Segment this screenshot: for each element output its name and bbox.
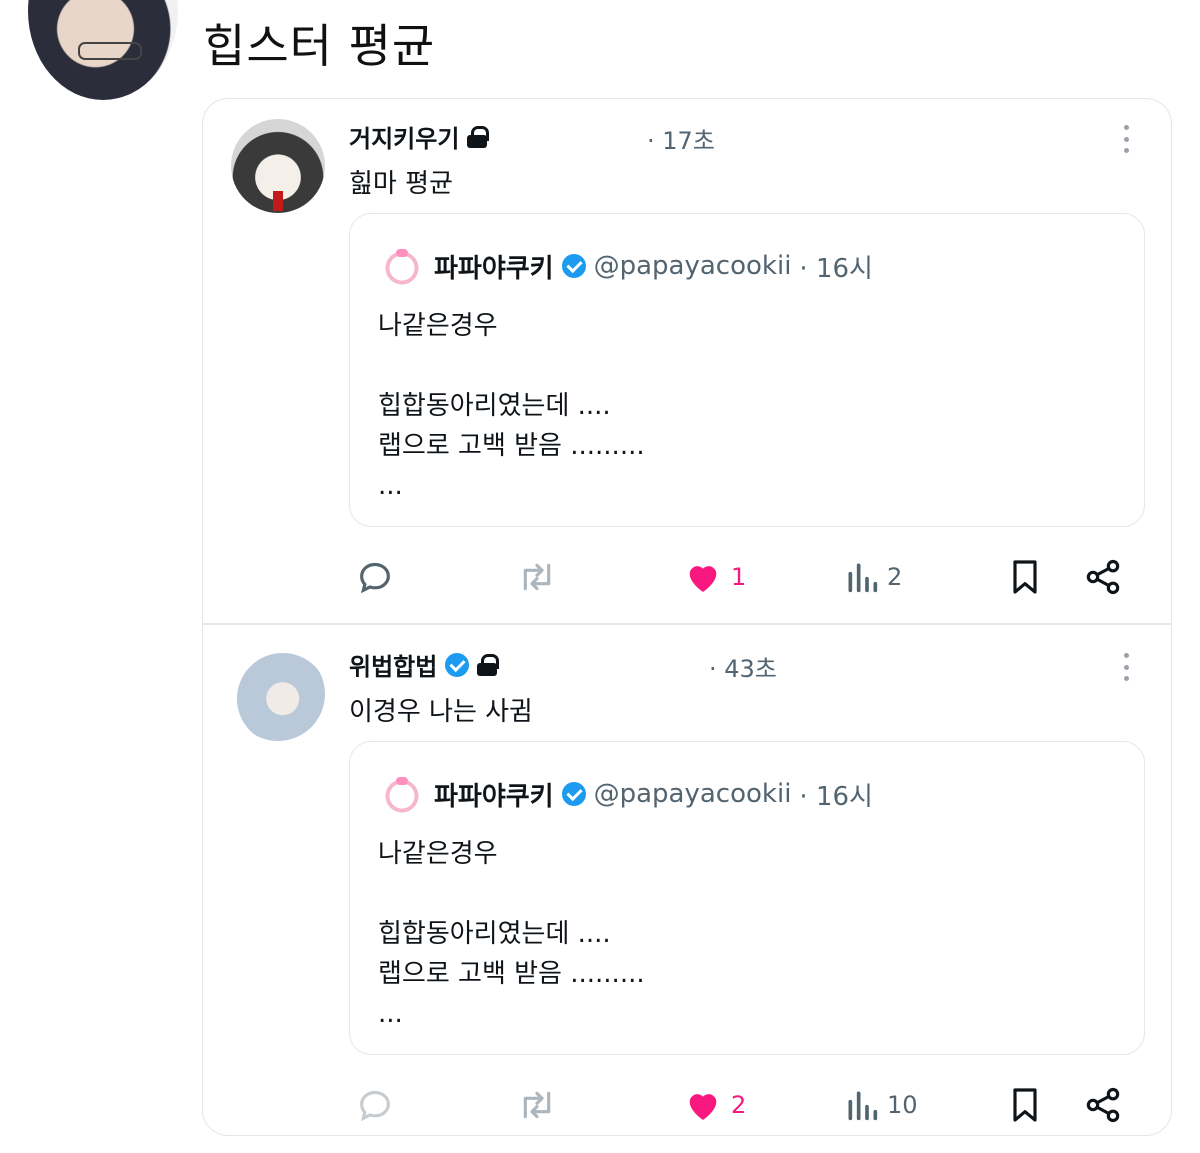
quoted-line: 나같은경우 <box>378 839 498 869</box>
more-options-button[interactable] <box>1123 653 1129 681</box>
avatar[interactable] <box>231 119 325 213</box>
view-count: 10 <box>887 1091 918 1119</box>
quoted-handle: @papayacookii <box>593 779 792 809</box>
author-name[interactable]: 거지키우기 <box>349 119 490 154</box>
thread-card: 거지키우기 · 17초 힖마 평균 파파야쿠키 @papayacookii · … <box>202 98 1172 1136</box>
author-name-text: 거지키우기 <box>349 125 460 153</box>
reply-button[interactable] <box>355 553 395 601</box>
like-count: 2 <box>731 1091 747 1119</box>
quoted-line: ... <box>378 471 403 501</box>
action-bar: 1 2 <box>349 553 1139 601</box>
bar-chart-icon <box>848 1091 878 1121</box>
verified-badge-icon <box>561 782 586 806</box>
bar-chart-icon <box>848 563 878 593</box>
quoted-line <box>378 874 645 914</box>
bookmark-icon <box>1013 1088 1037 1122</box>
quoted-line: 나같은경우 <box>378 311 498 341</box>
quoted-handle: @papayacookii <box>593 251 792 281</box>
quoted-author-name: 파파야쿠키 <box>434 253 554 284</box>
reply-button[interactable] <box>355 1081 395 1129</box>
reply-icon <box>360 562 390 594</box>
share-button[interactable] <box>1083 553 1123 601</box>
quoted-post-header: 파파야쿠키 @papayacookii · 16시 <box>378 246 873 286</box>
bookmark-button[interactable] <box>1005 553 1045 601</box>
quoted-time: · 16시 <box>799 253 873 284</box>
reply-icon <box>360 1090 390 1122</box>
repost-icon <box>523 563 551 591</box>
like-button[interactable]: 1 <box>683 553 746 601</box>
poster-avatar[interactable] <box>28 0 178 100</box>
quoted-post[interactable]: 파파야쿠키 @papayacookii · 16시 나같은경우 힙합동아리였는데… <box>349 213 1145 527</box>
quoted-body: 나같은경우 힙합동아리였는데 .... 랩으로 고백 받음 ......... … <box>378 306 645 506</box>
views-button[interactable]: 2 <box>845 553 902 601</box>
quoted-time: · 16시 <box>799 781 873 812</box>
like-count: 1 <box>731 563 747 591</box>
verified-badge-icon <box>445 652 470 677</box>
quoted-body: 나같은경우 힙합동아리였는데 .... 랩으로 고백 받음 ......... … <box>378 834 645 1034</box>
verified-badge-icon <box>561 254 586 278</box>
heart-icon <box>689 566 717 592</box>
bookmark-button[interactable] <box>1005 1081 1045 1129</box>
quoted-post-header: 파파야쿠키 @papayacookii · 16시 <box>378 774 873 814</box>
quoted-author-name: 파파야쿠키 <box>434 781 554 812</box>
share-button[interactable] <box>1083 1081 1123 1129</box>
more-options-button[interactable] <box>1123 125 1129 153</box>
post-text: 이경우 나는 사귐 <box>349 697 533 727</box>
page-title: 힙스터 평균 <box>203 19 436 73</box>
author-name-text: 위법합법 <box>349 653 438 681</box>
share-icon <box>1086 1087 1120 1123</box>
view-count: 2 <box>887 563 903 591</box>
quoted-avatar <box>378 774 426 814</box>
post-time[interactable]: · 43초 <box>709 649 777 684</box>
bookmark-icon <box>1013 560 1037 594</box>
repost-icon <box>523 1091 551 1119</box>
lock-icon <box>467 125 490 148</box>
post-time[interactable]: · 17초 <box>647 121 715 156</box>
avatar[interactable] <box>231 647 325 741</box>
quoted-line: 힙합동아리였는데 .... <box>378 919 611 949</box>
repost-button[interactable] <box>515 1081 559 1129</box>
post-text: 힖마 평균 <box>349 169 453 199</box>
quoted-line: 힙합동아리였는데 .... <box>378 391 611 421</box>
quoted-line: 랩으로 고백 받음 ......... <box>378 959 645 989</box>
quoted-line <box>378 346 645 386</box>
share-icon <box>1086 559 1120 595</box>
action-bar: 2 10 <box>349 1081 1139 1129</box>
quoted-line: ... <box>378 999 403 1029</box>
quoted-post[interactable]: 파파야쿠키 @papayacookii · 16시 나같은경우 힙합동아리였는데… <box>349 741 1145 1055</box>
like-button[interactable]: 2 <box>683 1081 746 1129</box>
lock-icon <box>477 653 500 676</box>
views-button[interactable]: 10 <box>845 1081 918 1129</box>
quoted-avatar <box>378 246 426 286</box>
author-name[interactable]: 위법합법 <box>349 647 500 682</box>
quoted-line: 랩으로 고백 받음 ......... <box>378 431 645 461</box>
post-divider <box>203 623 1171 625</box>
repost-button[interactable] <box>515 553 559 601</box>
heart-icon <box>689 1094 717 1120</box>
